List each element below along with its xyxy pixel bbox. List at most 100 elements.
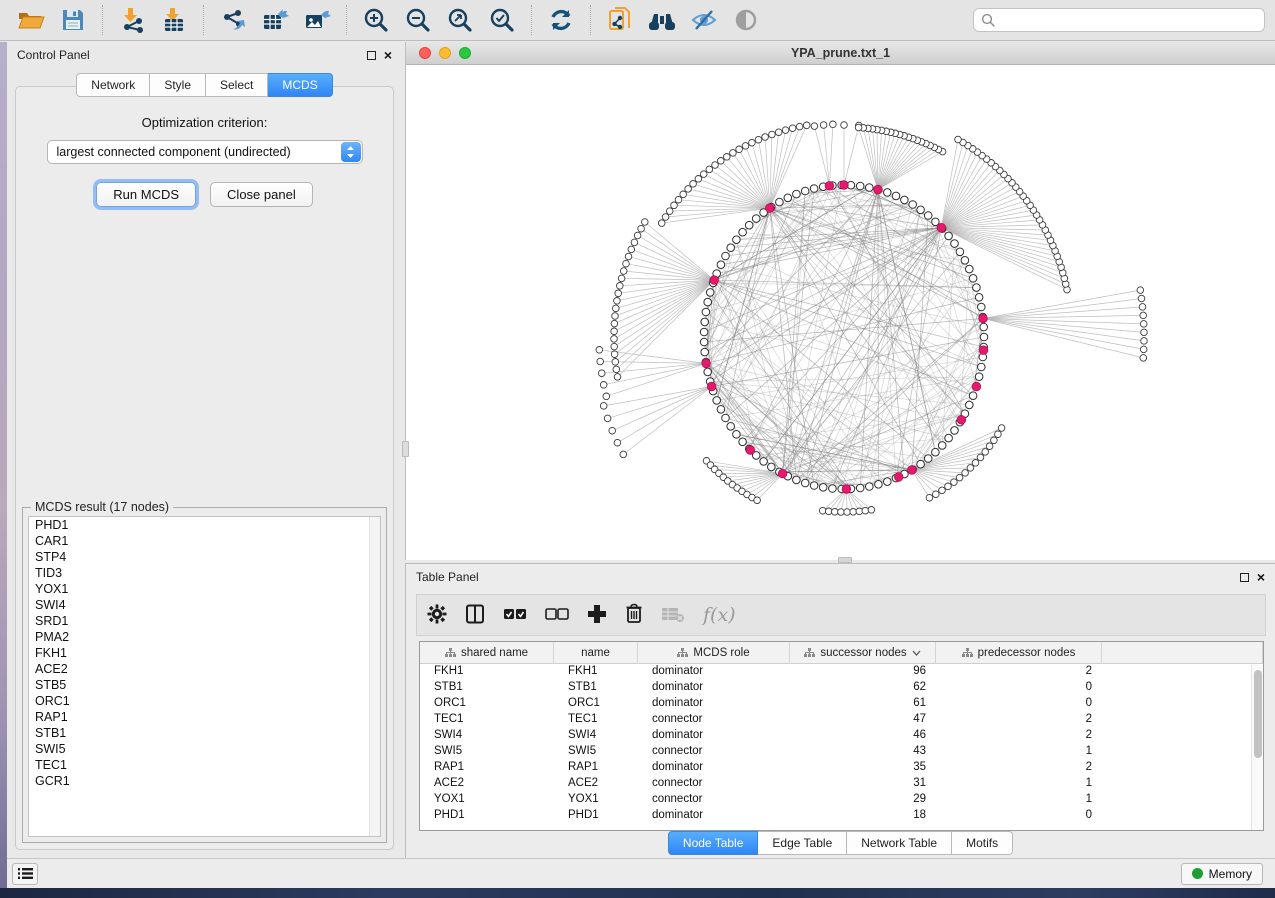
table-row[interactable]: FKH1FKH1dominator962 [420,664,1263,680]
table-row[interactable]: ACE2ACE2connector311 [420,776,1263,792]
table-cell: PHD1 [554,808,638,824]
table-cell: SWI5 [554,744,638,760]
network-titlebar[interactable]: YPA_prune.txt_1 [406,42,1275,65]
tab-node-table[interactable]: Node Table [668,831,759,855]
function-builder-button-disabled: f(x) [703,604,736,626]
shared-column-icon [962,648,973,658]
result-scrollbar[interactable] [369,517,380,836]
hide-selected-button[interactable] [687,3,721,37]
zoom-in-button[interactable] [359,3,393,37]
column-header-shared-name[interactable]: shared name [420,642,554,663]
optimization-criterion-select[interactable]: largest connected component (undirected) [47,140,363,164]
column-header-name[interactable]: name [554,642,638,663]
close-panel-button[interactable]: Close panel [210,182,313,207]
zoom-selected-button[interactable] [485,3,519,37]
tab-motifs[interactable]: Motifs [952,831,1013,855]
table-row[interactable]: YOX1YOX1connector291 [420,792,1263,808]
export-image-button[interactable] [300,3,334,37]
result-node-item[interactable]: SWI5 [29,741,380,757]
share-document-button[interactable] [603,3,637,37]
tab-network-table[interactable]: Network Table [847,831,952,855]
table-cell: 0 [936,680,1102,696]
table-row[interactable]: RAP1RAP1dominator352 [420,760,1263,776]
import-network-button[interactable] [115,3,149,37]
table-settings-button[interactable] [427,604,447,627]
mcds-result-list[interactable]: PHD1CAR1STP4TID3YOX1SWI4SRD1PMA2FKH1ACE2… [28,516,381,837]
float-table-panel-icon[interactable] [1240,573,1249,582]
column-header-MCDS-role[interactable]: MCDS role [638,642,790,663]
close-panel-icon[interactable]: × [384,50,392,60]
table-scrollbar-thumb[interactable] [1254,670,1262,758]
zoom-in-icon [363,7,389,33]
table-cell: 1 [936,744,1102,760]
result-node-item[interactable]: YOX1 [29,581,380,597]
tab-edge-table[interactable]: Edge Table [758,831,847,855]
control-panel-tabs: NetworkStyleSelectMCDS [76,73,332,97]
tab-style[interactable]: Style [150,73,206,97]
search-network-button[interactable] [645,3,679,37]
show-all-button[interactable] [729,3,763,37]
zoom-out-button[interactable] [401,3,435,37]
column-header-successor-nodes[interactable]: successor nodes [790,642,936,663]
table-row[interactable]: PHD1PHD1dominator180 [420,808,1263,824]
result-node-item[interactable]: STB1 [29,725,380,741]
toolbar-separator [531,5,532,35]
result-node-item[interactable]: GCR1 [29,773,380,789]
zoom-fit-icon [447,7,473,33]
result-node-item[interactable]: STP4 [29,549,380,565]
show-columns-button[interactable] [465,604,485,627]
result-node-item[interactable]: ACE2 [29,661,380,677]
network-canvas[interactable] [406,65,1275,560]
select-all-button[interactable] [503,606,527,625]
deselect-all-button[interactable] [545,606,569,625]
memory-button[interactable]: Memory [1181,863,1263,885]
table-row[interactable]: STB1STB1dominator620 [420,680,1263,696]
float-panel-icon[interactable] [367,51,376,60]
refresh-button[interactable] [544,3,578,37]
mcds-result-box: MCDS result (17 nodes) PHD1CAR1STP4TID3Y… [22,507,387,843]
result-node-item[interactable]: RAP1 [29,709,380,725]
table-row[interactable]: SWI5SWI5connector431 [420,744,1263,760]
horizontal-splitter-handle[interactable] [838,557,852,563]
result-node-item[interactable]: CAR1 [29,533,380,549]
add-button[interactable] [587,604,607,627]
table-row[interactable]: ORC1ORC1dominator610 [420,696,1263,712]
refresh-icon [548,7,574,33]
tab-network[interactable]: Network [76,73,150,97]
result-node-item[interactable]: FKH1 [29,645,380,661]
result-node-item[interactable]: TEC1 [29,757,380,773]
open-button[interactable] [14,3,48,37]
result-node-item[interactable]: TID3 [29,565,380,581]
run-mcds-button[interactable]: Run MCDS [96,182,196,207]
column-header-predecessor-nodes[interactable]: predecessor nodes [936,642,1102,663]
result-node-item[interactable]: SWI4 [29,597,380,613]
close-table-panel-icon[interactable]: × [1257,572,1265,582]
export-table-button[interactable] [258,3,292,37]
zoom-fit-button[interactable] [443,3,477,37]
import-table-button[interactable] [157,3,191,37]
table-cell: connector [638,776,790,792]
binoculars-icon [647,8,677,32]
search-input[interactable] [973,8,1265,32]
table-cell: FKH1 [420,664,554,680]
control-panel: Control Panel × NetworkStyleSelectMCDS O… [7,42,402,858]
tab-select[interactable]: Select [206,73,268,97]
export-network-button[interactable] [216,3,250,37]
save-button[interactable] [56,3,90,37]
task-history-button[interactable] [12,863,38,885]
table-row[interactable]: TEC1TEC1connector472 [420,712,1263,728]
result-node-item[interactable]: ORC1 [29,693,380,709]
result-node-item[interactable]: SRD1 [29,613,380,629]
delete-button[interactable] [625,603,643,627]
app-window: Control Panel × NetworkStyleSelectMCDS O… [0,0,1275,888]
result-node-item[interactable]: STB5 [29,677,380,693]
result-node-item[interactable]: PMA2 [29,629,380,645]
node-table[interactable]: shared namenameMCDS rolesuccessor nodesp… [419,641,1264,831]
vertical-splitter-handle[interactable] [402,441,409,457]
tab-mcds[interactable]: MCDS [268,73,332,97]
table-cell: dominator [638,696,790,712]
columns-icon [465,604,485,624]
table-scrollbar[interactable] [1251,665,1263,830]
result-node-item[interactable]: PHD1 [29,517,380,533]
table-row[interactable]: SWI4SWI4dominator462 [420,728,1263,744]
